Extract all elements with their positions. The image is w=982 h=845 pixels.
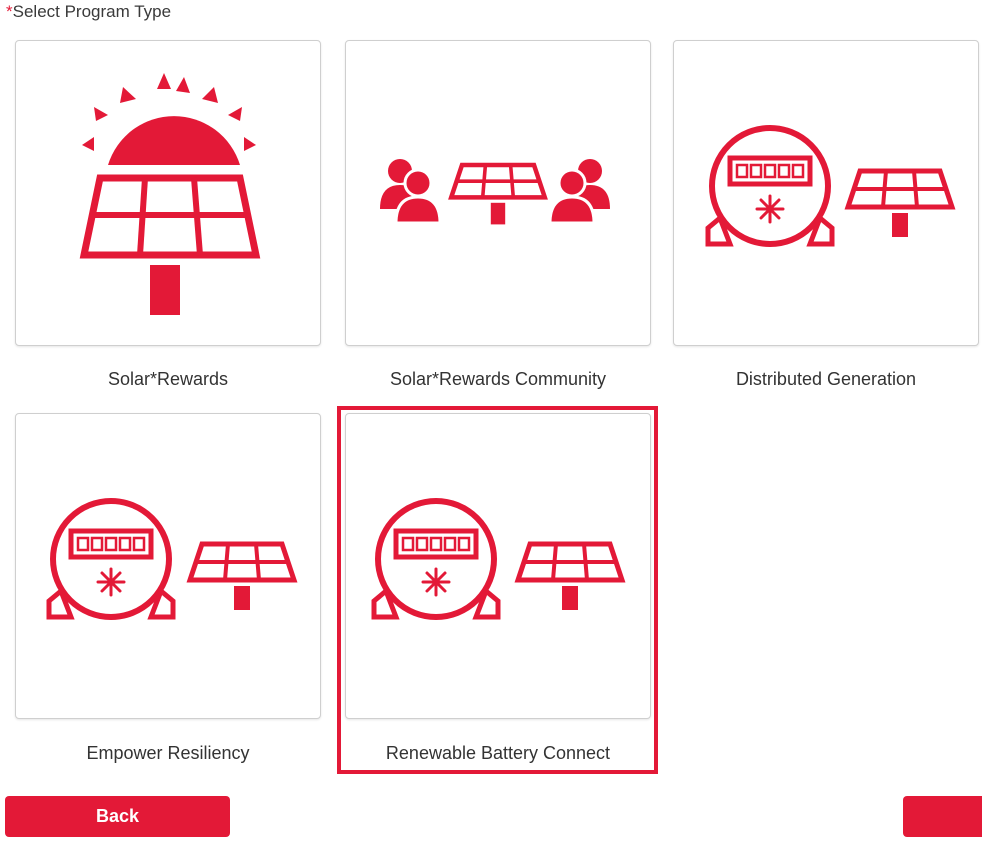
program-card-empower-resiliency[interactable] xyxy=(15,413,321,719)
program-label-distributed-generation: Distributed Generation xyxy=(735,369,917,389)
solar-panel-sun-icon xyxy=(79,73,261,315)
program-label-solar-rewards-community: Solar*Rewards Community xyxy=(389,369,607,389)
community-solar-icon xyxy=(378,157,612,347)
meter-solar-icon xyxy=(16,414,322,720)
program-label-empower-resiliency: Empower Resiliency xyxy=(86,743,250,763)
program-label-renewable-battery-connect: Renewable Battery Connect xyxy=(385,743,611,763)
next-button[interactable] xyxy=(903,796,982,837)
meter-solar-icon xyxy=(674,41,980,347)
program-card-solar-rewards-community[interactable] xyxy=(345,40,651,346)
back-button[interactable]: Back xyxy=(5,796,230,837)
meter-solar-icon xyxy=(346,414,652,720)
program-card-renewable-battery-connect[interactable] xyxy=(345,413,651,719)
required-marker: * xyxy=(6,2,13,21)
program-type-label: *Select Program Type xyxy=(6,2,171,22)
program-card-distributed-generation[interactable] xyxy=(673,40,979,346)
program-label-solar-rewards: Solar*Rewards xyxy=(107,369,229,389)
program-card-solar-rewards[interactable] xyxy=(15,40,321,346)
program-type-label-text: Select Program Type xyxy=(12,2,172,21)
